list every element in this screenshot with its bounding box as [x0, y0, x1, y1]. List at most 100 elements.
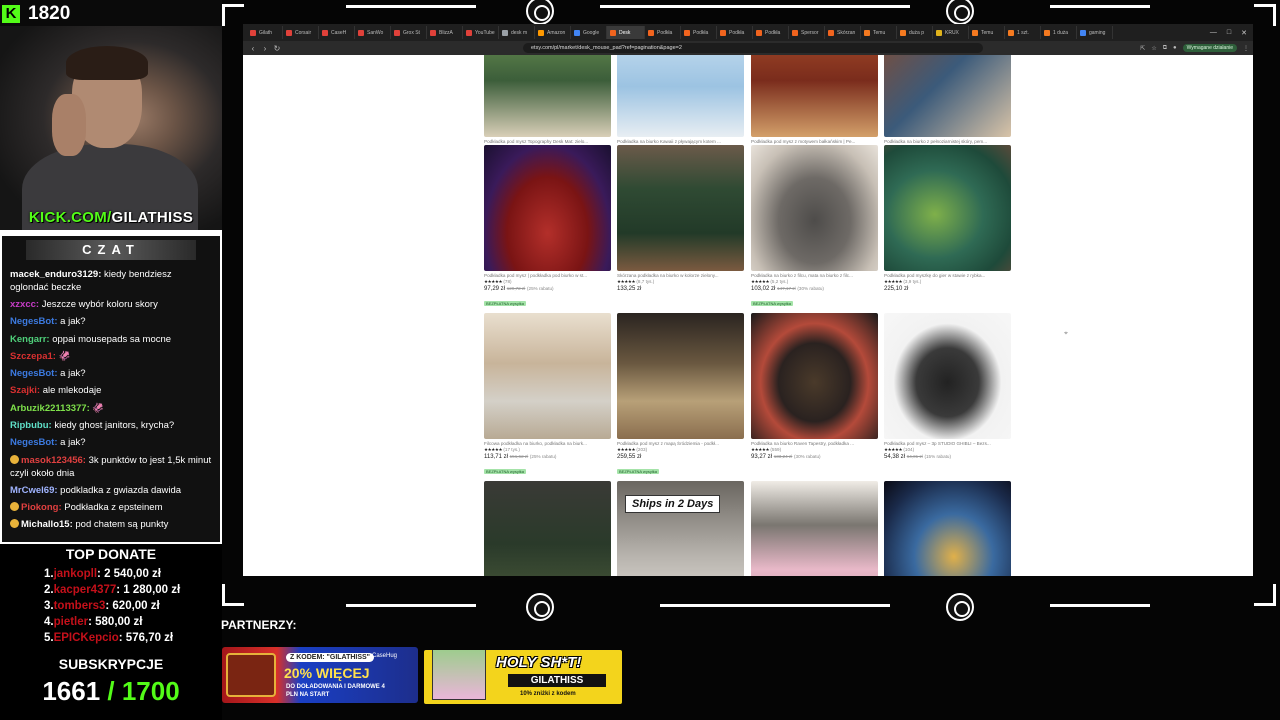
browser-tab[interactable]: Podkła [681, 26, 717, 39]
product-title[interactable]: Podkładka pod mysz z mapą Śródziemia - p… [617, 441, 744, 446]
product-image[interactable] [484, 145, 611, 271]
product-image[interactable] [484, 481, 611, 576]
product-card[interactable]: Podkładka pod mysz z mapą Śródziemia - p… [617, 313, 744, 478]
product-card[interactable]: Podkładka na biurko z filcu, mata na biu… [751, 145, 878, 310]
chat-username[interactable]: Szajki: [10, 385, 40, 396]
rating-stars-icon: ★★★★★ [484, 447, 503, 452]
chat-username[interactable]: MrCwel69: [10, 485, 58, 496]
chat-username[interactable]: NegesBot: [10, 316, 58, 327]
product-card[interactable] [484, 481, 611, 576]
product-title[interactable]: Podkładka na biurko z pełnoziarnistej sk… [884, 139, 1011, 144]
tab-favicon-icon [936, 29, 942, 36]
product-image[interactable] [751, 55, 878, 137]
frame-line-bottom-2 [660, 604, 890, 607]
product-image[interactable] [751, 145, 878, 271]
product-image[interactable] [617, 145, 744, 271]
browser-tab[interactable]: gaming [1077, 26, 1113, 39]
browser-tab[interactable]: Podkła [645, 26, 681, 39]
product-card[interactable]: Filcowa podkładka na biurko, podkładka n… [484, 313, 611, 478]
browser-tab[interactable]: desk m [499, 26, 535, 39]
product-title[interactable]: Podkładka pod myszkę do gier w stawie z … [884, 273, 1011, 278]
product-card[interactable]: Podkładka pod mysz – 3p STUDIO GHIBLI – … [884, 313, 1011, 460]
product-old-price: 64,01 zł [906, 454, 923, 459]
url-bar[interactable]: etsy.com/pl/market/desk_mouse_pad?ref=pa… [523, 43, 983, 53]
browser-tab[interactable]: BlizzA [427, 26, 463, 39]
browser-tab[interactable]: Google [571, 26, 607, 39]
chat-username[interactable]: xzxcc: [10, 299, 39, 310]
minimize-icon[interactable]: — [1210, 29, 1217, 37]
update-required-button[interactable]: Wymagane działanie [1182, 44, 1237, 52]
product-image[interactable] [617, 55, 744, 137]
product-title[interactable]: Podkładka na biurko z filcu, mata na biu… [751, 273, 878, 278]
browser-tab[interactable]: Podkła [717, 26, 753, 39]
product-title[interactable]: Podkładka na biurko Kawaii z pływającym … [617, 139, 744, 144]
chat-username[interactable]: Kengarr: [10, 334, 50, 345]
product-card[interactable]: Podkładka pod mysz | podkładka pod biurk… [484, 145, 611, 310]
product-card[interactable] [751, 481, 878, 576]
browser-tab[interactable]: SanWo [355, 26, 391, 39]
product-old-price: 147,17 zł [777, 286, 796, 291]
browser-tab[interactable]: Podkła [753, 26, 789, 39]
product-image[interactable]: Ships in 2 Days [617, 481, 744, 576]
product-card[interactable]: Skórzana podkładka na biurko w kolorze z… [617, 145, 744, 292]
browser-tab[interactable]: Amazon [535, 26, 571, 39]
product-title[interactable]: Podkładka pod mysz z motywem bałkańskim … [751, 139, 878, 144]
product-image[interactable] [884, 145, 1011, 271]
product-image[interactable] [484, 55, 611, 137]
browser-tab[interactable]: 1 szt. [1005, 26, 1041, 39]
product-card[interactable]: Podkładka pod myszkę do gier w stawie z … [884, 145, 1011, 292]
browser-tab[interactable]: Corsair [283, 26, 319, 39]
product-image[interactable] [884, 313, 1011, 439]
maximize-icon[interactable]: □ [1227, 29, 1231, 37]
chat-username[interactable]: Szczepa1: [10, 351, 56, 362]
product-title[interactable]: Podkładka na biurko Raven Tapestry, podk… [751, 441, 878, 446]
share-icon[interactable]: ⇱ [1140, 45, 1145, 52]
chat-username[interactable]: Ripbubu: [10, 420, 52, 431]
product-image[interactable] [884, 481, 1011, 576]
browser-tab[interactable]: Spersor [789, 26, 825, 39]
profile-icon[interactable]: ● [1173, 45, 1177, 51]
product-title[interactable]: Podkładka pod mysz | podkładka pod biurk… [484, 273, 611, 278]
browser-tab[interactable]: 1 duża [1041, 26, 1077, 39]
back-icon[interactable]: ‹ [247, 44, 259, 53]
chat-username[interactable]: Piokong: [21, 502, 62, 513]
browser-tab[interactable]: Gilath [247, 26, 283, 39]
chat-username[interactable]: NegesBot: [10, 437, 58, 448]
chat-username[interactable]: masok123456: [21, 455, 86, 466]
browser-tab[interactable]: Skórzan [825, 26, 861, 39]
extension-icon[interactable]: ⧉ [1163, 45, 1167, 52]
product-card[interactable]: Podkładka na biurko Raven Tapestry, podk… [751, 313, 878, 460]
product-card[interactable] [884, 481, 1011, 576]
partner-banner-holysht[interactable]: HOLY SH*T! GILATHISS 10% zniżki z kodem [424, 650, 622, 704]
browser-tab[interactable]: YouTube [463, 26, 499, 39]
menu-icon[interactable]: ⋮ [1243, 45, 1249, 52]
browser-tab[interactable]: Grox St [391, 26, 427, 39]
product-image[interactable] [751, 313, 878, 439]
product-image[interactable] [484, 313, 611, 439]
chat-username[interactable]: Arbuzik22113377: [10, 403, 90, 414]
product-card[interactable]: Ships in 2 Days [617, 481, 744, 576]
partner-banner-casehug[interactable]: Z KODEM: "GILATHISS" 20% WIĘCEJ DO DOŁAD… [222, 647, 418, 703]
chat-username[interactable]: NegesBot: [10, 368, 58, 379]
chat-username[interactable]: macek_enduro3129: [10, 269, 101, 280]
product-image[interactable] [884, 55, 1011, 137]
browser-tab[interactable]: KRUX [933, 26, 969, 39]
browser-tab[interactable]: Temu [861, 26, 897, 39]
product-title[interactable]: Skórzana podkładka na biurko w kolorze z… [617, 273, 744, 278]
browser-tab[interactable]: CaseH [319, 26, 355, 39]
close-window-icon[interactable]: ✕ [1241, 29, 1247, 37]
product-title[interactable]: Filcowa podkładka na biurko, podkładka n… [484, 441, 611, 446]
browser-tab[interactable]: Temu [969, 26, 1005, 39]
bookmark-star-icon[interactable]: ☆ [1151, 45, 1156, 52]
product-title[interactable]: Podkładka pod mysz Topography Desk Mat: … [484, 139, 611, 144]
chat-text: 🦑 [89, 402, 105, 414]
product-title[interactable]: Podkładka pod mysz – 3p STUDIO GHIBLI – … [884, 441, 1011, 446]
product-image[interactable] [617, 313, 744, 439]
forward-icon[interactable]: › [259, 44, 271, 53]
product-image[interactable] [751, 481, 878, 576]
browser-tab[interactable]: Desk [607, 26, 645, 39]
chat-username[interactable]: Michallo15: [21, 519, 73, 530]
reload-icon[interactable]: ↻ [271, 44, 283, 53]
browser-tab[interactable]: duża p [897, 26, 933, 39]
tab-favicon-icon [286, 29, 292, 36]
